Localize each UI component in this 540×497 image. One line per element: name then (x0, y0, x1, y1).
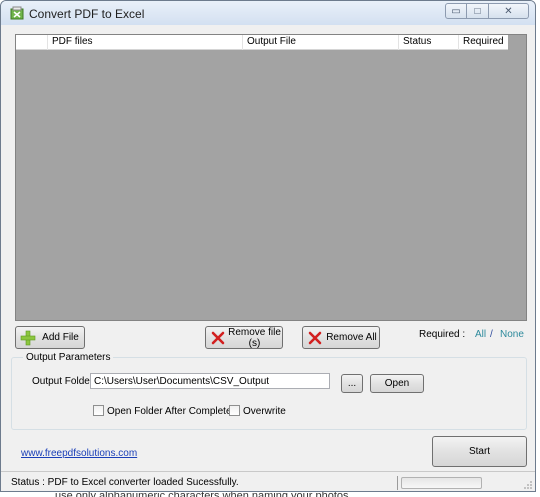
start-label: Start (468, 446, 491, 457)
column-header-required[interactable]: Required (459, 35, 508, 50)
required-label: Required : (419, 329, 466, 340)
output-folder-field[interactable]: C:\Users\User\Documents\CSV_Output (90, 373, 330, 389)
resize-grip-icon[interactable] (523, 480, 533, 490)
remove-file-button[interactable]: Remove file (s) (205, 326, 283, 349)
overwrite-label[interactable]: Overwrite (243, 406, 286, 417)
remove-all-label: Remove All (326, 332, 377, 343)
minimize-icon: ▭ (451, 5, 461, 17)
open-folder-after-complete-label[interactable]: Open Folder After Complete (107, 406, 232, 417)
browse-label: ... (347, 378, 357, 389)
app-icon (10, 6, 24, 20)
open-button[interactable]: Open (370, 374, 424, 393)
maximize-button[interactable]: □ (467, 3, 489, 19)
column-header-status[interactable]: Status (399, 35, 459, 50)
maximize-icon: □ (474, 5, 481, 17)
open-folder-after-complete-checkbox[interactable] (93, 405, 104, 416)
progress-bar (401, 477, 482, 489)
title-bar: Convert PDF to Excel ▭ □ ✕ (1, 1, 535, 25)
status-text: Status : PDF to Excel converter loaded S… (11, 477, 239, 488)
minimize-button[interactable]: ▭ (445, 3, 467, 19)
add-file-button[interactable]: Add File (15, 326, 85, 349)
remove-all-button[interactable]: Remove All (302, 326, 380, 349)
open-label: Open (384, 378, 410, 389)
file-list[interactable]: PDF files Output File Status Required (15, 34, 527, 321)
close-button[interactable]: ✕ (489, 3, 529, 19)
background-page-text: use only alphanumeric characters when na… (55, 492, 349, 497)
add-file-label: Add File (42, 332, 79, 343)
browse-button[interactable]: ... (341, 374, 363, 393)
output-parameters-group (11, 357, 527, 430)
red-x-icon (209, 329, 227, 347)
window-controls: ▭ □ ✕ (445, 3, 529, 19)
remove-file-label: Remove file (s) (228, 326, 281, 349)
column-header-pdf-files[interactable]: PDF files (48, 35, 243, 50)
close-icon: ✕ (504, 5, 513, 17)
column-header-select[interactable] (16, 35, 48, 50)
red-x-icon (306, 329, 324, 347)
output-folder-label: Output Folder (32, 376, 94, 387)
required-separator: / (490, 329, 493, 340)
column-header-output-file[interactable]: Output File (243, 35, 399, 50)
required-none-link[interactable]: None (500, 329, 524, 340)
status-separator (397, 476, 398, 490)
green-plus-icon (19, 329, 37, 347)
output-parameters-title: Output Parameters (23, 352, 114, 363)
app-window: Convert PDF to Excel ▭ □ ✕ PDF files Out… (0, 0, 536, 492)
file-list-header: PDF files Output File Status Required (16, 35, 508, 50)
required-all-link[interactable]: All (475, 329, 486, 340)
website-link[interactable]: www.freepdfsolutions.com (21, 448, 137, 459)
overwrite-checkbox[interactable] (229, 405, 240, 416)
window-title: Convert PDF to Excel (29, 7, 145, 21)
start-button[interactable]: Start (432, 436, 527, 467)
status-bar: Status : PDF to Excel converter loaded S… (1, 471, 535, 491)
